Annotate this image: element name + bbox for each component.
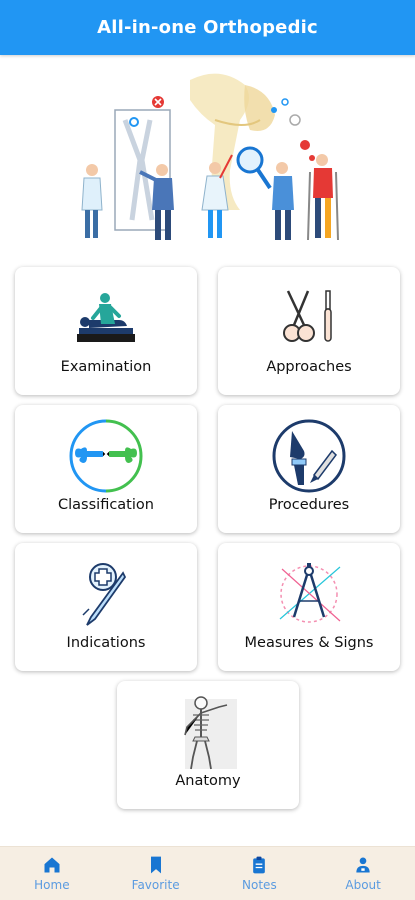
clipboard-icon <box>253 856 266 874</box>
indications-label: Indications <box>66 635 146 651</box>
bookmark-icon <box>150 856 161 874</box>
nav-home[interactable]: Home <box>7 855 97 892</box>
examination-label: Examination <box>60 359 152 375</box>
nav-about-label: About <box>345 878 381 892</box>
procedures-label: Procedures <box>268 497 350 513</box>
bone-fracture-icon <box>15 405 197 493</box>
nav-notes-label: Notes <box>242 878 277 892</box>
scissors-scalpel-icon <box>218 267 400 355</box>
measures-label: Measures & Signs <box>244 635 374 651</box>
app-title: All-in-one Orthopedic <box>97 17 318 38</box>
scalpel-medical-cross-icon <box>15 543 197 631</box>
app-bar: All-in-one Orthopedic <box>0 0 415 55</box>
nav-favorite-label: Favorite <box>131 878 180 892</box>
anatomy-label: Anatomy <box>175 773 241 789</box>
approaches-label: Approaches <box>266 359 352 375</box>
examination-card[interactable]: Examination <box>15 267 197 395</box>
knee-implant-icon <box>218 405 400 493</box>
bottom-navigation: Home Favorite Notes About <box>0 846 415 900</box>
user-badge-icon <box>356 857 370 873</box>
nav-favorite[interactable]: Favorite <box>111 855 201 892</box>
nav-about[interactable]: About <box>318 855 408 892</box>
classification-label: Classification <box>58 497 154 513</box>
nav-home-label: Home <box>34 878 70 892</box>
home-icon <box>44 857 60 873</box>
hero-illustration <box>70 60 350 250</box>
skeleton-icon <box>117 681 299 770</box>
anatomy-card[interactable]: Anatomy <box>117 681 299 809</box>
classification-card[interactable]: Classification <box>15 405 197 533</box>
physical-examination-icon <box>15 267 197 355</box>
indications-card[interactable]: Indications <box>15 543 197 671</box>
nav-notes[interactable]: Notes <box>214 855 304 892</box>
procedures-card[interactable]: Procedures <box>218 405 400 533</box>
measures-card[interactable]: Measures & Signs <box>218 543 400 671</box>
approaches-card[interactable]: Approaches <box>218 267 400 395</box>
compass-icon <box>218 543 400 631</box>
